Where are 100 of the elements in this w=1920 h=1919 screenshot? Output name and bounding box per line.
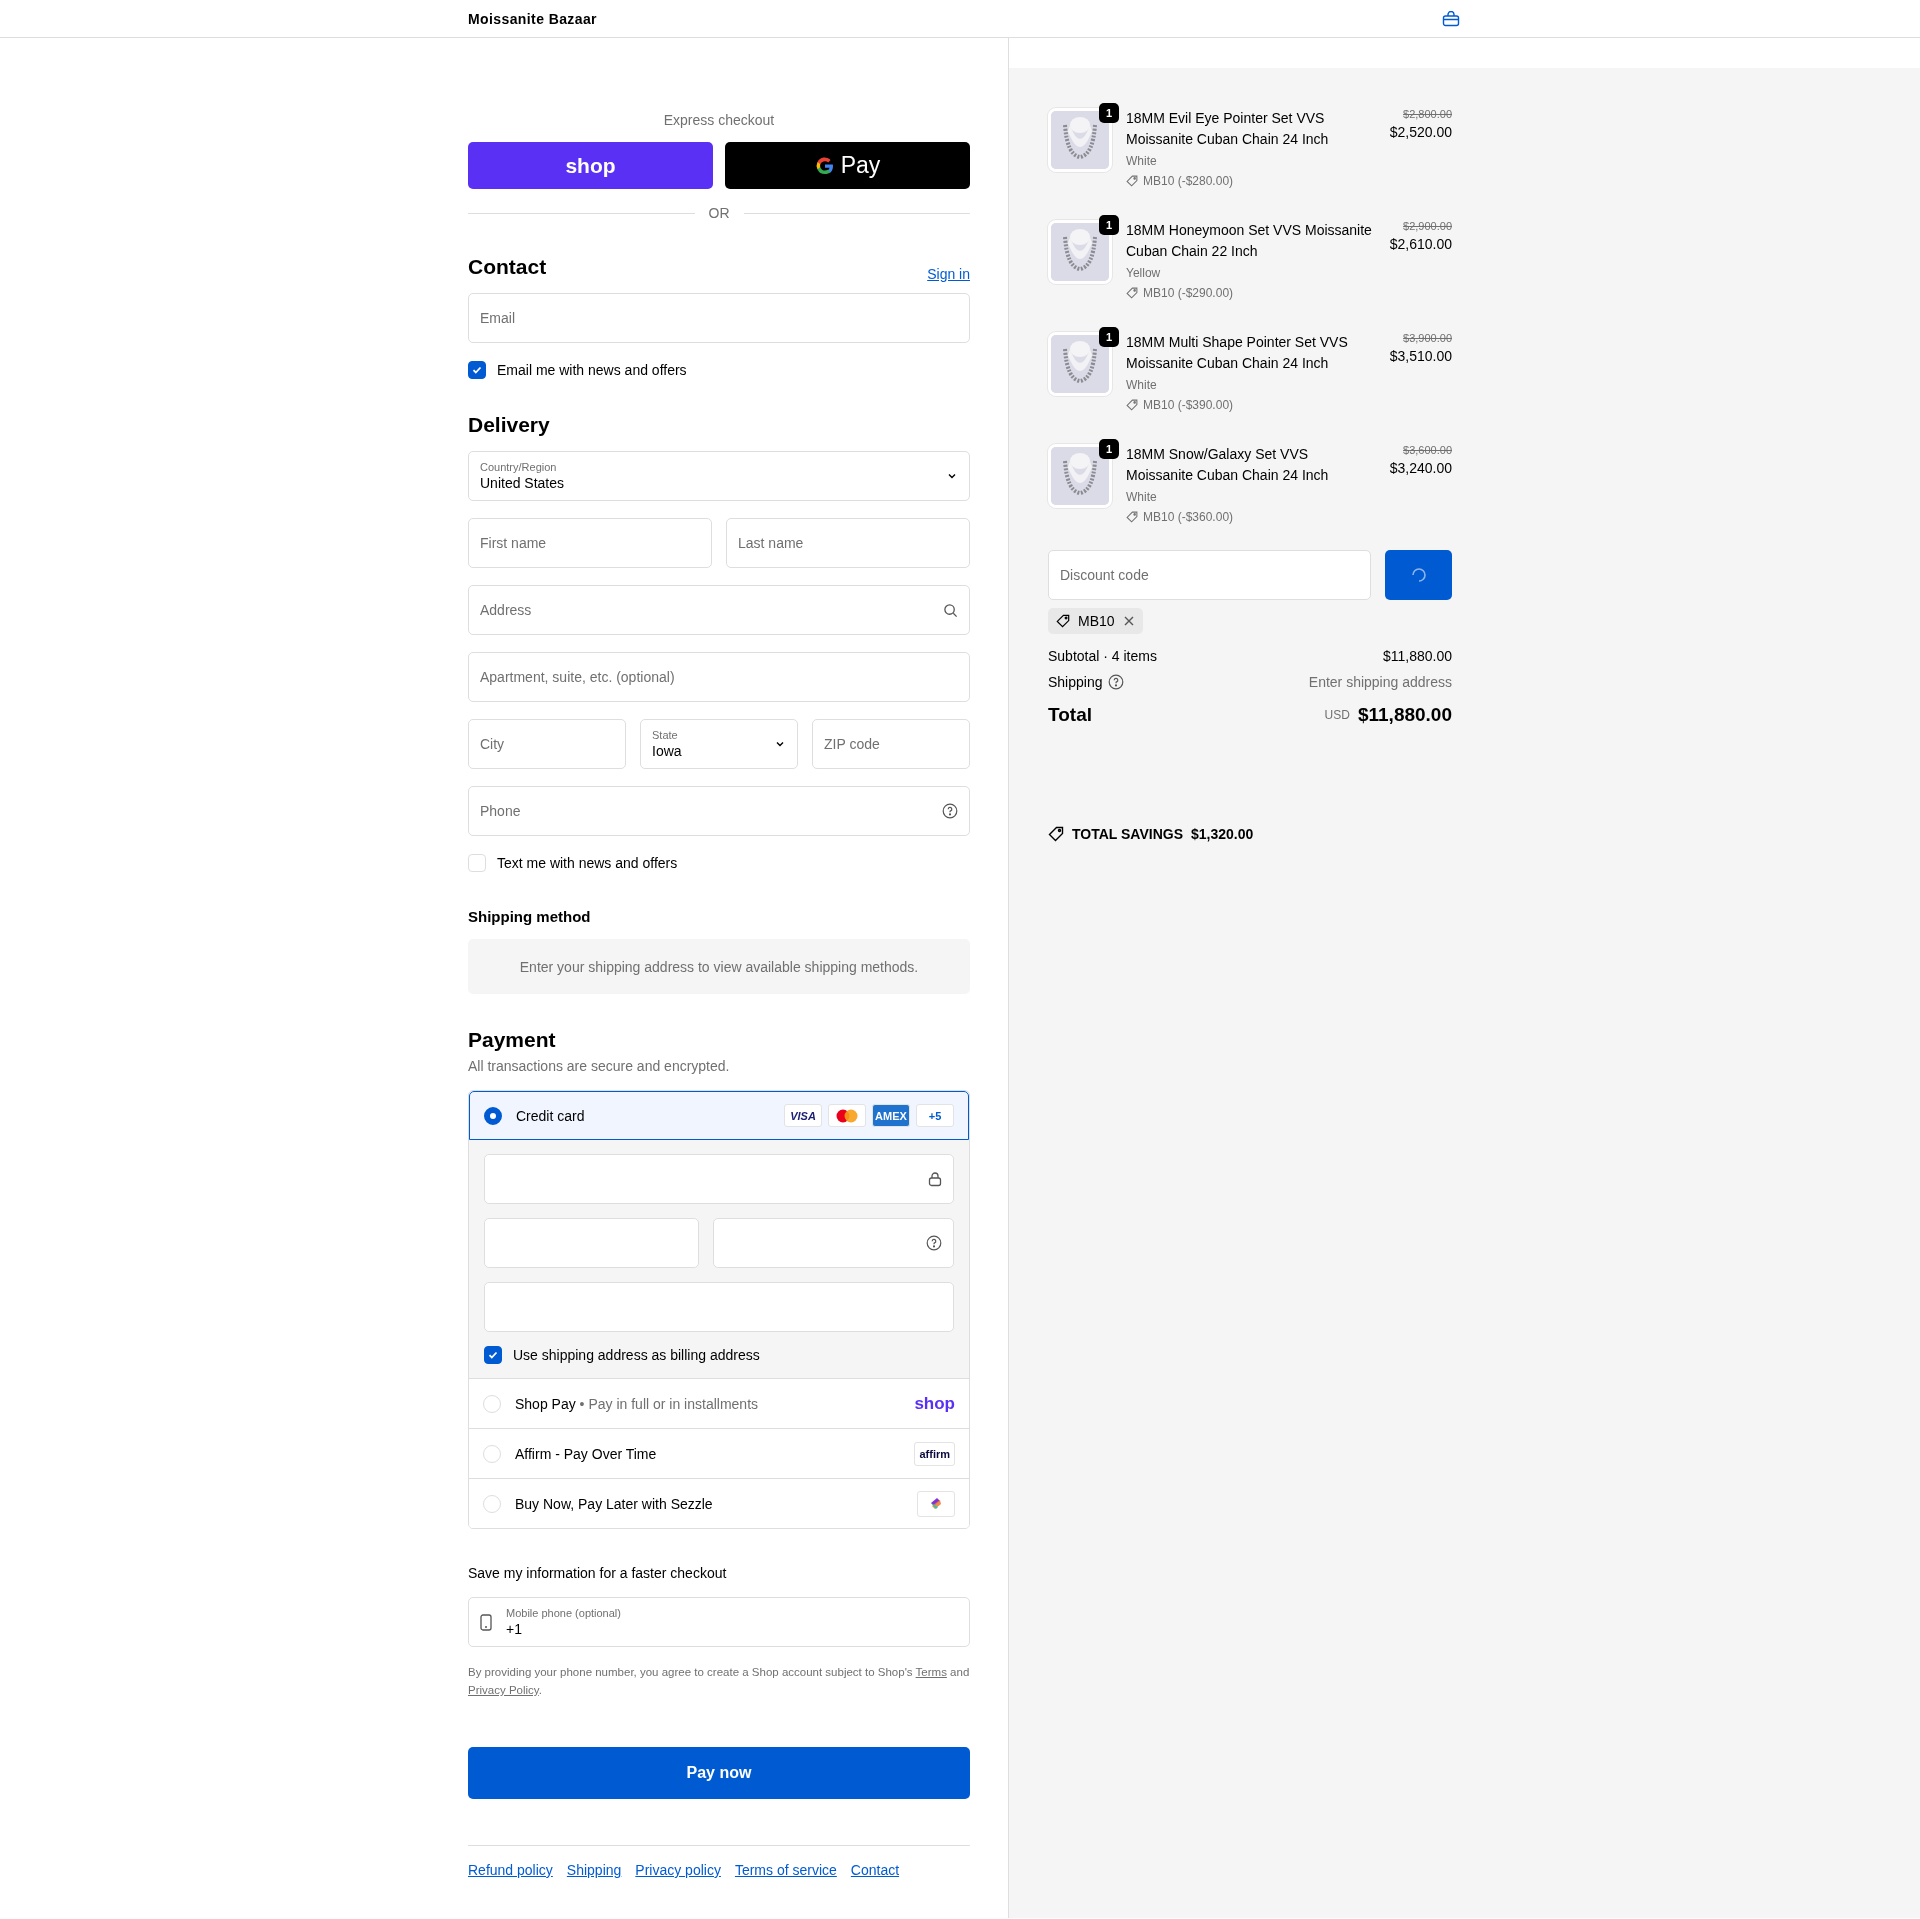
product-name: 18MM Multi Shape Pointer Set VVS Moissanite Cuban Chain 24 Inch xyxy=(1126,333,1349,373)
payment-logo: shop xyxy=(914,1393,955,1414)
original-price: $2,900.00 xyxy=(1403,220,1452,232)
help-icon xyxy=(942,803,958,819)
mobile-phone-icon xyxy=(480,1613,492,1631)
save-info-title: Save my information for a faster checkout xyxy=(468,1565,728,1581)
total-label: Total xyxy=(1048,704,1092,726)
product-name: 18MM Honeymoon Set VVS Moissanite Cuban Chain 22 Inch xyxy=(1126,221,1373,261)
original-price: $3,600.00 xyxy=(1403,444,1452,456)
bag-icon[interactable] xyxy=(1442,10,1460,27)
mobile-phone-field[interactable]: Mobile phone (optional) +1 xyxy=(468,1597,970,1647)
total-value: $11,880.00 xyxy=(1357,704,1452,726)
section-title: Contact xyxy=(468,255,547,279)
apply-button[interactable] xyxy=(1385,550,1452,600)
google-logo-icon xyxy=(814,155,835,176)
product-price: $2,520.00 xyxy=(1389,124,1452,140)
product-variant: Yellow xyxy=(1126,265,1162,282)
footer-link[interactable]: Refund policy xyxy=(468,1862,553,1878)
total-savings-label: TOTAL SAVINGS xyxy=(1072,826,1183,842)
product-variant: White xyxy=(1126,377,1158,394)
pay-now-button[interactable]: Pay now xyxy=(468,1747,970,1799)
quantity-badge: 1 xyxy=(1099,327,1119,347)
product-price: $2,610.00 xyxy=(1389,236,1452,252)
radio-button[interactable] xyxy=(484,1106,502,1125)
subtotal-label: Subtotal · 4 items xyxy=(1048,648,1157,664)
discount-label: MB10 (-$280.00) xyxy=(1143,173,1234,190)
tag-icon xyxy=(1126,287,1138,299)
help-icon xyxy=(1107,674,1124,690)
section-title: Payment xyxy=(468,1028,557,1052)
tag-icon xyxy=(1126,399,1138,411)
first-name-field[interactable]: First name xyxy=(468,518,712,568)
payment-method-option[interactable]: Buy Now, Pay Later with Sezzle xyxy=(469,1478,969,1528)
original-price: $2,800.00 xyxy=(1403,108,1452,120)
sign-in-link[interactable]: Sign in xyxy=(927,266,970,282)
footer-link[interactable]: Shipping xyxy=(566,1862,622,1878)
product-name: 18MM Evil Eye Pointer Set VVS Moissanite Cuban Chain 24 Inch xyxy=(1126,109,1330,149)
security-code-field[interactable] xyxy=(713,1218,954,1268)
close-button[interactable] xyxy=(1122,615,1135,627)
card-brand-badge: VISA xyxy=(784,1104,822,1127)
sezzle-logo-icon xyxy=(917,1490,955,1517)
checkbox-label: Text me with news and offers xyxy=(497,855,678,871)
quantity-badge: 1 xyxy=(1099,103,1119,123)
currency-code: USD xyxy=(1324,708,1350,722)
payment-logo: affirm xyxy=(914,1441,955,1466)
discount-code-field[interactable]: Discount code xyxy=(1048,550,1371,600)
search-icon xyxy=(943,602,958,618)
subtotal-value: $11,880.00 xyxy=(1382,648,1452,664)
tag-icon xyxy=(1056,614,1070,628)
footer-link[interactable]: Contact xyxy=(850,1862,900,1878)
google-pay-button[interactable]: Pay xyxy=(725,142,970,189)
checkbox[interactable] xyxy=(484,1346,502,1364)
tag-icon xyxy=(1048,826,1064,842)
terms-link[interactable]: Terms xyxy=(915,1666,947,1678)
product-variant: White xyxy=(1126,153,1158,170)
section-title: Delivery xyxy=(468,413,551,437)
checkbox-label: Use shipping address as billing address xyxy=(513,1347,760,1363)
express-checkout-label: Express checkout xyxy=(662,112,776,128)
apartment-field[interactable]: Apartment, suite, etc. (optional) xyxy=(468,652,970,702)
discount-label: MB10 (-$390.00) xyxy=(1143,397,1234,414)
shop-pay-button[interactable]: shop xyxy=(468,142,713,189)
section-title: Shipping method xyxy=(468,908,592,925)
check-icon xyxy=(471,364,483,376)
country-select[interactable]: Country/Region United States xyxy=(468,451,970,501)
last-name-field[interactable]: Last name xyxy=(726,518,970,568)
card-brand-badge: +5 xyxy=(916,1104,954,1127)
zip-code-field[interactable]: ZIP code xyxy=(812,719,970,769)
payment-method-option[interactable]: Credit card VISA AMEX +5 xyxy=(469,1091,969,1140)
payment-method-label: Shop Pay • Pay in full or in installments xyxy=(515,1395,760,1412)
payment-method-label: Buy Now, Pay Later with Sezzle xyxy=(515,1495,714,1512)
total-savings-value: $1,320.00 xyxy=(1191,826,1254,842)
discount-label: MB10 (-$360.00) xyxy=(1143,509,1234,526)
footer-link[interactable]: Terms of service xyxy=(734,1862,837,1878)
expiration-date-field[interactable] xyxy=(484,1218,699,1268)
payment-subtitle: All transactions are secure and encrypted. xyxy=(468,1058,731,1074)
state-select[interactable]: State Iowa xyxy=(640,719,798,769)
legal-text: By providing your phone number, you agree to create a Shop account subject to Shop's Terms and Privacy Policy. xyxy=(468,1665,970,1698)
lock-icon xyxy=(928,1171,942,1187)
shipping-methods-message: Enter your shipping address to view available shipping methods. xyxy=(468,939,970,994)
card-brand-badge: AMEX xyxy=(872,1104,910,1127)
store-name[interactable]: Moissanite Bazaar xyxy=(468,10,597,27)
product-price: $3,510.00 xyxy=(1389,348,1452,364)
product-name: 18MM Snow/Galaxy Set VVS Moissanite Cuban Chain 24 Inch xyxy=(1126,445,1330,485)
payment-method-label: Affirm - Pay Over Time xyxy=(515,1445,658,1462)
check-icon xyxy=(487,1349,499,1361)
quantity-badge: 1 xyxy=(1099,215,1119,235)
discount-label: MB10 (-$290.00) xyxy=(1143,285,1234,302)
or-divider-label: OR xyxy=(708,205,730,221)
privacy-policy-link[interactable]: Privacy Policy xyxy=(468,1684,539,1696)
quantity-badge: 1 xyxy=(1099,439,1119,459)
footer-link[interactable]: Privacy policy xyxy=(635,1862,721,1878)
checkbox[interactable] xyxy=(468,361,486,379)
email-field[interactable]: Email xyxy=(468,293,970,343)
city-field[interactable]: City xyxy=(468,719,626,769)
tag-icon xyxy=(1126,175,1138,187)
spinner-icon xyxy=(1409,566,1428,584)
card-number-field[interactable] xyxy=(484,1154,954,1204)
name-on-card-field[interactable] xyxy=(484,1282,954,1332)
shipping-label: Shipping xyxy=(1048,674,1103,690)
help-icon xyxy=(926,1235,942,1251)
product-price: $3,240.00 xyxy=(1389,460,1452,476)
